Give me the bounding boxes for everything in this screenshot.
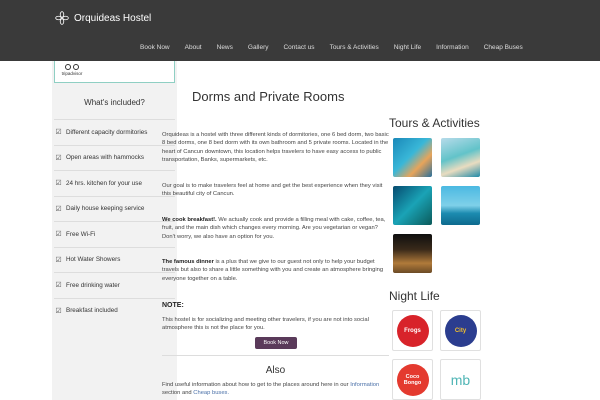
list-item-label: 24 hrs. kitchen for your use [66, 179, 142, 187]
nav-book-now[interactable]: Book Now [140, 44, 170, 51]
nav-about[interactable]: About [185, 44, 202, 51]
nav-information[interactable]: Information [436, 44, 469, 51]
check-icon: ☑ [55, 129, 62, 137]
frogs-logo: Frogs [396, 314, 429, 347]
also-paragraph: Find useful information about how to get… [162, 381, 389, 398]
list-item: ☑ Free drinking water [54, 272, 175, 298]
tripadvisor-widget[interactable]: tripadvisor [54, 61, 175, 83]
brand-name: Orquideas Hostel [74, 12, 152, 24]
check-icon: ☑ [55, 307, 62, 315]
check-icon: ☑ [55, 180, 62, 188]
divider [162, 355, 389, 356]
list-item-label: Breakfast included [66, 307, 118, 315]
coco-bongo-logo: Coco Bongo [396, 363, 429, 396]
brand-logo[interactable]: Orquideas Hostel [55, 11, 151, 25]
list-item-label: Daily house keeping service [66, 205, 145, 213]
sidebar: tripadvisor What's included? ☑ Different … [52, 61, 177, 400]
list-item-label: Hot Water Showers [66, 256, 121, 264]
dinner-heading: The famous dinner [162, 259, 214, 265]
nav-contact-us[interactable]: Contact us [283, 44, 314, 51]
tour-thumbnail[interactable] [393, 234, 432, 273]
nav-cheap-buses[interactable]: Cheap Buses [484, 44, 523, 51]
also-title: Also [265, 365, 286, 376]
cheap-buses-link[interactable]: Cheap buses. [193, 390, 229, 396]
tour-thumbnail[interactable] [441, 138, 480, 177]
page-title: Dorms and Private Rooms [192, 89, 345, 104]
goal-paragraph: Our goal is to make travelers feel at ho… [162, 183, 383, 198]
tripadvisor-logo: tripadvisor [59, 64, 85, 78]
tour-thumbnail[interactable] [393, 186, 432, 225]
check-icon: ☑ [55, 256, 62, 264]
main-nav: Book Now About News Gallery Contact us T… [140, 44, 523, 51]
nightlife-logo-mb[interactable]: mb [440, 359, 481, 400]
list-item-label: Free drinking water [66, 281, 120, 289]
nightlife-logo-coco[interactable]: Coco Bongo [392, 359, 433, 400]
list-item: ☑ Hot Water Showers [54, 246, 175, 273]
nav-tours-activities[interactable]: Tours & Activities [330, 44, 379, 51]
check-icon: ☑ [55, 205, 62, 213]
dinner-paragraph: The famous dinner is a plus that we give… [162, 258, 389, 283]
list-item: ☑ Daily house keeping service [54, 195, 175, 222]
check-icon: ☑ [55, 154, 62, 162]
list-item: ☑ Different capacity dormitories [54, 119, 175, 145]
list-item: ☑ Open areas with hammocks [54, 144, 175, 171]
tours-title: Tours & Activities [389, 116, 480, 130]
nightlife-title: Night Life [389, 289, 440, 303]
nav-gallery[interactable]: Gallery [248, 44, 269, 51]
tripadvisor-text: tripadvisor [61, 71, 83, 76]
nightlife-logo-frogs[interactable]: Frogs [392, 310, 433, 351]
list-item: ☑ Breakfast included [54, 297, 175, 324]
nav-night-life[interactable]: Night Life [394, 44, 421, 51]
list-item: ☑ 24 hrs. kitchen for your use [54, 170, 175, 196]
owl-icon [59, 64, 85, 70]
breakfast-heading: We cook breakfast!. [162, 217, 217, 223]
city-logo: City [444, 314, 477, 347]
list-item-label: Free Wi-Fi [66, 230, 96, 238]
included-list: ☑ Different capacity dormitories ☑ Open ar… [54, 119, 175, 323]
tour-thumbnail[interactable] [441, 186, 480, 225]
nav-news[interactable]: News [217, 44, 233, 51]
check-icon: ☑ [55, 282, 62, 290]
page-content: tripadvisor What's included? ☑ Different … [0, 61, 600, 400]
note-text: This hostel is for socializing and meeti… [162, 317, 369, 332]
book-now-button[interactable]: Book Now [255, 337, 297, 349]
list-item: ☑ Free Wi-Fi [54, 221, 175, 247]
top-header: Orquideas Hostel Book Now About News Gal… [0, 0, 600, 61]
tour-thumbnail[interactable] [393, 138, 432, 177]
intro-paragraph: Orquideas is a hostel with three differe… [162, 132, 389, 164]
orchid-icon [55, 11, 69, 25]
nightlife-logo-city[interactable]: City [440, 310, 481, 351]
also-text-2: section and [162, 390, 192, 397]
note-title: NOTE: [162, 302, 184, 309]
also-text-1: Find useful information about how to get… [162, 382, 349, 388]
list-item-label: Different capacity dormitories [66, 128, 148, 136]
check-icon: ☑ [55, 231, 62, 239]
included-title: What's included? [84, 98, 145, 107]
information-link[interactable]: Information [350, 382, 379, 388]
list-item-label: Open areas with hammocks [66, 154, 145, 162]
mb-logo: mb [450, 371, 471, 388]
breakfast-paragraph: We cook breakfast!. We actually cook and… [162, 216, 389, 241]
